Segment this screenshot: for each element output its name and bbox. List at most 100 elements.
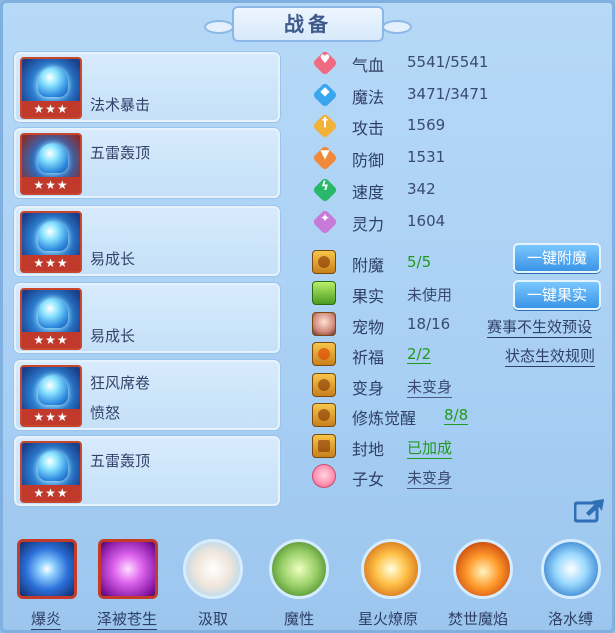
stat-name: 速度 bbox=[352, 183, 385, 202]
stat-value: 3471/3471 bbox=[407, 85, 489, 103]
prop-value: 5/5 bbox=[407, 253, 432, 271]
equip-card-4[interactable]: ★★★ 易成长 bbox=[14, 283, 280, 353]
blessing-hand-icon bbox=[98, 539, 158, 599]
equip-card-5[interactable]: ★★★ 狂风席卷 愤怒 bbox=[14, 360, 280, 430]
prop-name: 变身 bbox=[352, 379, 385, 398]
equip-thumb-5: ★★★ bbox=[20, 365, 82, 427]
skill-2[interactable] bbox=[93, 536, 163, 606]
transform-icon bbox=[312, 373, 336, 397]
prop-value[interactable]: 已加成 bbox=[407, 437, 453, 459]
stat-name: 灵力 bbox=[352, 215, 385, 234]
equip-label: 五雷轰顶 bbox=[90, 452, 151, 470]
heart-icon: ♥ bbox=[312, 50, 338, 76]
stat-name: 气血 bbox=[352, 56, 385, 75]
weapon-icon bbox=[38, 67, 68, 97]
equip-thumb-4: ★★★ bbox=[20, 288, 82, 350]
skill-1[interactable] bbox=[12, 536, 82, 606]
equip-thumb-1: ★★★ bbox=[20, 57, 82, 119]
star-rating: ★★★ bbox=[22, 409, 80, 425]
prop-value[interactable]: 2/2 bbox=[407, 345, 432, 364]
skill-5[interactable] bbox=[356, 536, 426, 606]
speed-icon: ϟ bbox=[312, 177, 338, 203]
enchant-icon bbox=[312, 250, 336, 274]
equip-card-1[interactable]: ★★★ 法术暴击 bbox=[14, 52, 280, 122]
skill-label: 洛水缚 bbox=[548, 610, 594, 628]
explosion-icon bbox=[17, 539, 77, 599]
star-rating: ★★★ bbox=[22, 255, 80, 271]
stat-name: 防御 bbox=[352, 151, 385, 170]
skill-label: 汲取 bbox=[198, 610, 229, 628]
helmet-icon bbox=[38, 298, 68, 328]
prop-value: 未使用 bbox=[407, 286, 453, 304]
children-icon bbox=[312, 464, 336, 488]
skill-3[interactable] bbox=[178, 536, 248, 606]
prop-value[interactable]: 8/8 bbox=[444, 406, 469, 425]
water-bind-icon bbox=[541, 539, 601, 599]
skill-6[interactable] bbox=[448, 536, 518, 606]
boots-icon bbox=[38, 451, 68, 481]
stat-value: 1531 bbox=[407, 148, 446, 166]
fruit-icon bbox=[312, 281, 336, 305]
equip-sublabel: 愤怒 bbox=[90, 404, 121, 422]
stat-name: 魔法 bbox=[352, 88, 385, 107]
absorb-icon bbox=[183, 539, 243, 599]
share-icon[interactable] bbox=[573, 497, 606, 523]
equip-thumb-2: ★★★ bbox=[20, 133, 82, 195]
prop-value[interactable]: 未变身 bbox=[407, 467, 453, 489]
prop-name: 宠物 bbox=[352, 318, 385, 337]
defense-icon: ▼ bbox=[312, 145, 338, 171]
skill-4[interactable] bbox=[264, 536, 334, 606]
star-rating: ★★★ bbox=[22, 332, 80, 348]
prop-value: 18/16 bbox=[407, 315, 451, 333]
equip-label: 五雷轰顶 bbox=[90, 144, 151, 162]
prop-name: 修炼觉醒 bbox=[352, 409, 417, 428]
attack-icon: † bbox=[312, 113, 338, 139]
event-preset-link[interactable]: 赛事不生效预设 bbox=[487, 316, 593, 338]
equip-thumb-6: ★★★ bbox=[20, 441, 82, 503]
prop-name: 果实 bbox=[352, 287, 385, 306]
fief-icon bbox=[312, 434, 336, 458]
skill-label: 魔性 bbox=[284, 610, 315, 628]
star-rating: ★★★ bbox=[22, 177, 80, 193]
cultivation-icon bbox=[312, 403, 336, 427]
star-rating: ★★★ bbox=[22, 485, 80, 501]
panel-title: 战备 bbox=[204, 6, 412, 42]
skill-label: 泽被苍生 bbox=[97, 610, 158, 630]
necklace-icon bbox=[38, 375, 68, 405]
one-click-fruit-button[interactable]: 一键果实 bbox=[513, 280, 601, 310]
equip-label: 狂风席卷 bbox=[90, 374, 151, 392]
equip-label: 法术暴击 bbox=[90, 96, 151, 114]
armor-icon bbox=[38, 143, 68, 173]
status-rules-link[interactable]: 状态生效规则 bbox=[505, 345, 596, 367]
equip-label: 易成长 bbox=[90, 327, 136, 345]
stat-value: 5541/5541 bbox=[407, 53, 489, 71]
prop-name: 子女 bbox=[352, 470, 385, 489]
one-click-enchant-button[interactable]: 一键附魔 bbox=[513, 243, 601, 273]
equip-card-6[interactable]: ★★★ 五雷轰顶 bbox=[14, 436, 280, 506]
blessing-icon bbox=[312, 342, 336, 366]
star-rating: ★★★ bbox=[22, 101, 80, 117]
prop-value[interactable]: 未变身 bbox=[407, 376, 453, 398]
equip-label: 易成长 bbox=[90, 250, 136, 268]
prop-name: 封地 bbox=[352, 440, 385, 459]
starfire-icon bbox=[361, 539, 421, 599]
armor-icon bbox=[38, 221, 68, 251]
demon-icon bbox=[269, 539, 329, 599]
equip-thumb-3: ★★★ bbox=[20, 211, 82, 273]
stat-value: 1604 bbox=[407, 212, 446, 230]
skill-label: 焚世魔焰 bbox=[448, 610, 509, 628]
prop-name: 祈福 bbox=[352, 348, 385, 367]
equip-card-2[interactable]: ★★★ 五雷轰顶 bbox=[14, 128, 280, 198]
flame-icon bbox=[453, 539, 513, 599]
equip-card-3[interactable]: ★★★ 易成长 bbox=[14, 206, 280, 276]
stat-value: 342 bbox=[407, 180, 436, 198]
pet-icon bbox=[312, 312, 336, 336]
stat-name: 攻击 bbox=[352, 119, 385, 138]
skill-7[interactable] bbox=[536, 536, 606, 606]
mana-icon: ◆ bbox=[312, 82, 338, 108]
spirit-icon: ✦ bbox=[312, 209, 338, 235]
skill-label: 星火燎原 bbox=[358, 610, 419, 628]
stat-value: 1569 bbox=[407, 116, 446, 134]
skill-label: 爆炎 bbox=[31, 610, 62, 630]
prop-name: 附魔 bbox=[352, 256, 385, 275]
